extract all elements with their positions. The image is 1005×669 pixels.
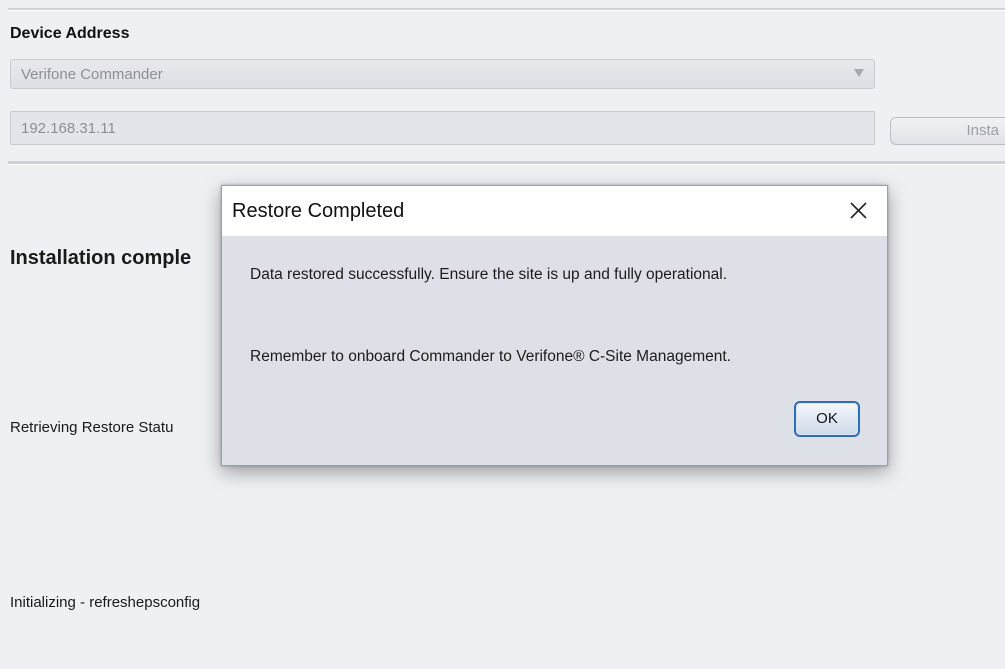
- ip-address-field[interactable]: 192.168.31.11: [10, 111, 875, 145]
- device-address-label: Device Address: [10, 25, 130, 42]
- dialog-close-button[interactable]: [831, 186, 887, 236]
- top-divider: [8, 8, 1005, 10]
- installation-status-heading: Installation comple: [10, 247, 192, 269]
- close-icon: [850, 202, 867, 219]
- restore-status-text: Retrieving Restore Statu: [10, 419, 174, 436]
- chevron-down-icon: [854, 69, 864, 77]
- initializing-status-text: Initializing - refreshepsconfig: [10, 594, 201, 611]
- install-button[interactable]: Insta: [890, 117, 1005, 145]
- ok-button[interactable]: OK: [794, 401, 860, 437]
- section-divider: [8, 161, 1005, 165]
- device-select-value: Verifone Commander: [21, 66, 163, 83]
- device-select[interactable]: Verifone Commander: [10, 59, 875, 89]
- ip-address-value: 192.168.31.11: [21, 120, 116, 137]
- dialog-title: Restore Completed: [232, 200, 405, 222]
- dialog-titlebar: Restore Completed: [222, 186, 887, 236]
- restore-completed-dialog: Restore Completed Data restored successf…: [221, 185, 888, 466]
- dialog-message-restored: Data restored successfully. Ensure the s…: [250, 266, 728, 283]
- dialog-message-onboard: Remember to onboard Commander to Verifon…: [250, 348, 731, 365]
